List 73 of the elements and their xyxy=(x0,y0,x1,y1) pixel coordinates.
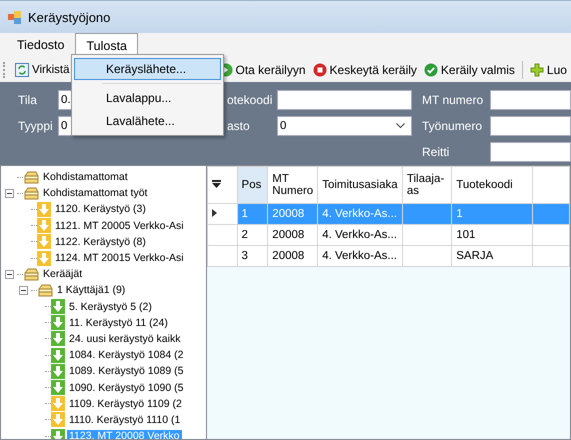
tree-item[interactable]: Kohdistamattomat xyxy=(41,171,130,184)
drawer-stack-icon xyxy=(23,268,39,281)
collapse-toggle[interactable] xyxy=(19,286,28,295)
tree-item[interactable]: 1124. MT 20015 Verkko-Asi xyxy=(53,252,186,264)
table-cell: 20008 xyxy=(268,224,318,246)
table-cell xyxy=(402,246,452,266)
input-field[interactable] xyxy=(490,116,571,136)
table-cell: 4. Verkko-As... xyxy=(318,204,402,224)
tree-item[interactable]: 1122. Keräystyö (8) xyxy=(53,236,148,248)
table-cell xyxy=(402,204,452,224)
table-cell: 20008 xyxy=(268,204,318,224)
tree-item[interactable]: 1089. Keräystyö 1089 (5 xyxy=(67,365,186,378)
toolbar-button[interactable]: Keräily valmis xyxy=(424,62,515,76)
toolbar-button[interactable]: Luo xyxy=(530,62,567,76)
toolbar-button[interactable]: Keskeytä keräily xyxy=(312,62,417,76)
check-circle-icon xyxy=(424,62,438,76)
table-cell xyxy=(402,224,452,246)
column-header[interactable]: Toimitusasiaka xyxy=(318,166,402,204)
chevron-down-icon xyxy=(396,123,405,129)
field-label: asto xyxy=(227,119,251,133)
column-header[interactable]: Pos xyxy=(237,166,268,204)
input-field[interactable] xyxy=(490,142,571,162)
row-header[interactable] xyxy=(208,204,238,224)
field-label: Reitti xyxy=(422,145,450,159)
input-field[interactable] xyxy=(490,90,571,110)
field-label: Työnumero xyxy=(422,119,484,133)
column-header[interactable]: Tuotekoodi xyxy=(452,166,533,204)
field-label: otekoodi xyxy=(227,93,274,107)
field-label: Tyyppi xyxy=(18,119,54,133)
menu-item[interactable]: Lavalappu... xyxy=(74,87,221,109)
tree-item[interactable]: 24. uusi keräystyö kaikk xyxy=(67,332,182,345)
table-cell: SARJA xyxy=(452,246,533,266)
tree-item[interactable]: 1110. Keräystyö 1110 (1 xyxy=(67,414,182,426)
drawer-stack-icon xyxy=(37,284,53,297)
drawer-stack-icon xyxy=(23,170,39,184)
tree-item[interactable]: 1121. MT 20005 Verkko-Asi xyxy=(53,220,186,232)
table-cell: 1 xyxy=(237,204,268,224)
tree-item[interactable]: 1084. Keräystyö 1084 (2 xyxy=(67,349,186,362)
column-header[interactable]: MT Numero xyxy=(268,166,318,204)
stop-icon xyxy=(312,62,327,76)
tree-item[interactable]: Kerääjät xyxy=(41,268,84,280)
table-cell: 101 xyxy=(452,224,533,246)
table-cell: 3 xyxy=(237,246,268,266)
menu-item[interactable]: Lavalähete... xyxy=(74,110,221,132)
field-label: MT numero xyxy=(422,93,484,107)
tree-item[interactable]: 1090. Keräystyö 1090 (5 xyxy=(67,382,186,394)
tree-item[interactable]: 1120. Keräystyö (3) xyxy=(53,203,148,216)
filter-icon xyxy=(212,180,221,188)
tree-item[interactable]: 1109. Keräystyö 1109 (2 xyxy=(67,398,184,410)
column-header[interactable]: Tilaaja-as xyxy=(402,166,452,204)
collapse-toggle[interactable] xyxy=(5,270,14,279)
app-icon xyxy=(8,10,22,24)
tree-item[interactable]: 11. Keräystyö 11 (24) xyxy=(67,316,170,329)
table-cell: 1 xyxy=(452,204,533,224)
tree-item[interactable]: 1 Käyttäjä1 (9) xyxy=(55,284,128,296)
drawer-stack-icon xyxy=(23,186,39,200)
plus-icon xyxy=(530,62,544,76)
current-row-icon xyxy=(212,209,217,217)
menu-item[interactable]: Tiedosto xyxy=(6,33,76,57)
input-field[interactable] xyxy=(277,90,412,110)
menu-item[interactable]: Keräyslähete... xyxy=(74,58,221,80)
toolbar-button[interactable]: Virkistä xyxy=(15,62,70,76)
table-cell: 4. Verkko-As... xyxy=(318,246,402,266)
tree-item[interactable]: Kohdistamattomat työt xyxy=(41,187,150,200)
dropdown-field[interactable]: 0 xyxy=(277,116,412,136)
refresh-icon xyxy=(15,62,29,76)
table-cell: 2 xyxy=(237,224,268,246)
tree-item[interactable]: 5. Keräystyö 5 (2) xyxy=(67,300,154,313)
field-label: Tila xyxy=(18,93,38,107)
window-title: Keräystyöjono xyxy=(28,10,110,24)
table-cell: 20008 xyxy=(268,246,318,266)
collapse-toggle[interactable] xyxy=(5,188,14,198)
table-cell: 4. Verkko-As... xyxy=(318,224,402,246)
